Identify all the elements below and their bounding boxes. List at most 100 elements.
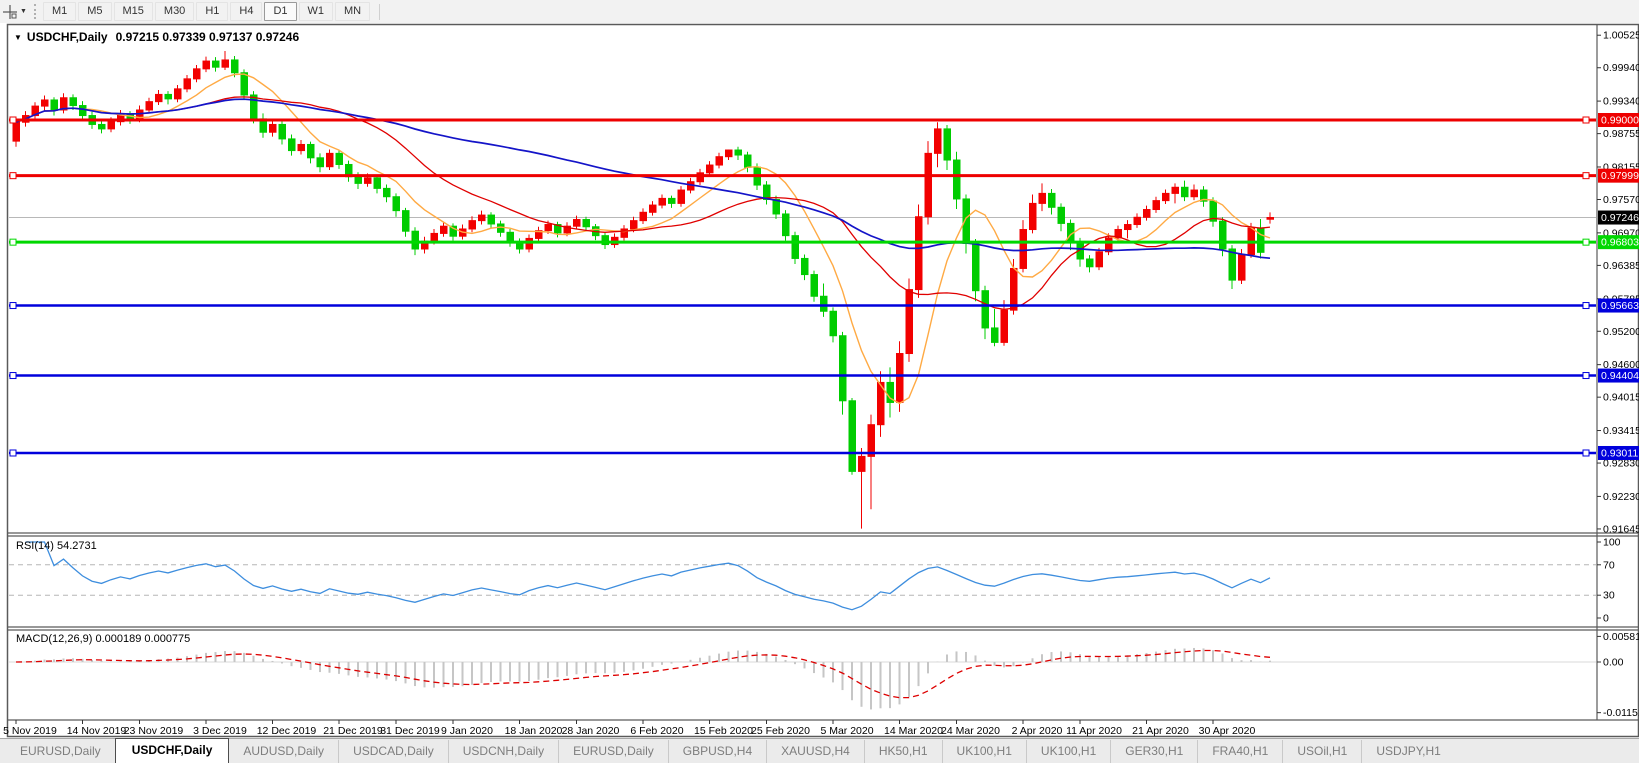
candle[interactable] <box>925 153 932 216</box>
candle[interactable] <box>279 124 286 138</box>
collapse-arrow-icon[interactable]: ▼ <box>14 33 22 42</box>
candle[interactable] <box>840 336 847 401</box>
toolbar-grip[interactable] <box>34 4 36 19</box>
candle[interactable] <box>773 200 780 214</box>
candle[interactable] <box>1144 210 1151 218</box>
candle[interactable] <box>716 157 723 165</box>
hline-handle-left-0.94404[interactable] <box>10 373 16 379</box>
crosshair-tool-icon[interactable] <box>1 3 19 21</box>
candle[interactable] <box>412 231 419 249</box>
timeframe-button-h1[interactable]: H1 <box>196 2 228 21</box>
candle[interactable] <box>488 215 495 224</box>
toolbar-dropdown-arrow-icon[interactable]: ▼ <box>20 8 27 15</box>
candle[interactable] <box>156 94 163 101</box>
hline-handle-right-0.96803[interactable] <box>1583 239 1589 245</box>
chart-tab-9-uk100[interactable]: UK100,H1 <box>942 740 1026 763</box>
chart-tab-13-usoil[interactable]: USOil,H1 <box>1282 740 1361 763</box>
hline-handle-left-0.97999[interactable] <box>10 173 16 179</box>
candle[interactable] <box>70 98 77 106</box>
candle[interactable] <box>1134 217 1141 224</box>
candle[interactable] <box>1153 201 1160 210</box>
chart-tab-4-usdcnh[interactable]: USDCNH,Daily <box>448 740 558 763</box>
candle[interactable] <box>203 61 210 69</box>
candle[interactable] <box>403 211 410 232</box>
candle[interactable] <box>545 225 552 231</box>
candle[interactable] <box>944 129 951 160</box>
chart-tab-7-xauusd[interactable]: XAUUSD,H4 <box>766 740 864 763</box>
candle[interactable] <box>165 94 172 98</box>
candle[interactable] <box>393 197 400 211</box>
candle[interactable] <box>621 229 628 237</box>
candle[interactable] <box>355 177 362 184</box>
candle[interactable] <box>1049 193 1056 207</box>
candle[interactable] <box>365 178 372 184</box>
candle[interactable] <box>973 243 980 290</box>
candle[interactable] <box>1239 255 1246 281</box>
candle[interactable] <box>631 221 638 229</box>
candle[interactable] <box>935 129 942 153</box>
candle[interactable] <box>916 217 923 290</box>
candle[interactable] <box>431 233 438 241</box>
candle[interactable] <box>184 79 191 89</box>
candle[interactable] <box>1030 203 1037 229</box>
candle[interactable] <box>1182 187 1189 196</box>
candle[interactable] <box>897 354 904 403</box>
timeframe-button-mn[interactable]: MN <box>335 2 370 21</box>
chart-tab-0-eurusd[interactable]: EURUSD,Daily <box>6 740 115 763</box>
candle[interactable] <box>327 153 334 166</box>
timeframe-button-m30[interactable]: M30 <box>155 2 194 21</box>
candle[interactable] <box>289 139 296 151</box>
candle[interactable] <box>441 226 448 233</box>
chart-tab-1-usdchf[interactable]: USDCHF,Daily <box>115 738 230 763</box>
candle[interactable] <box>669 198 676 203</box>
hline-handle-left-0.93011[interactable] <box>10 450 16 456</box>
hline-handle-right-0.97999[interactable] <box>1583 173 1589 179</box>
timeframe-button-m15[interactable]: M15 <box>114 2 153 21</box>
timeframe-button-h4[interactable]: H4 <box>230 2 262 21</box>
candle[interactable] <box>1163 193 1170 200</box>
candle[interactable] <box>336 153 343 164</box>
hline-handle-right-0.99000[interactable] <box>1583 117 1589 123</box>
candle[interactable] <box>42 100 49 106</box>
candle[interactable] <box>1001 310 1008 342</box>
hline-handle-left-0.96803[interactable] <box>10 239 16 245</box>
candle[interactable] <box>469 221 476 229</box>
candle[interactable] <box>1191 190 1198 197</box>
candle[interactable] <box>707 165 714 173</box>
candle[interactable] <box>232 60 239 73</box>
candle[interactable] <box>640 212 647 220</box>
candle[interactable] <box>175 89 182 99</box>
candle[interactable] <box>906 290 913 354</box>
candle[interactable] <box>726 150 733 157</box>
candle[interactable] <box>1267 218 1274 220</box>
hline-handle-right-0.93011[interactable] <box>1583 450 1589 456</box>
candle[interactable] <box>270 124 277 132</box>
candle[interactable] <box>99 124 106 128</box>
candle[interactable] <box>659 198 666 205</box>
candle[interactable] <box>811 275 818 297</box>
candle[interactable] <box>13 122 20 141</box>
candle[interactable] <box>479 215 486 221</box>
chart-tab-8-hk50[interactable]: HK50,H1 <box>864 740 942 763</box>
candle[interactable] <box>954 160 961 199</box>
chart-tab-3-usdcad[interactable]: USDCAD,Daily <box>338 740 448 763</box>
hline-handle-left-0.99000[interactable] <box>10 117 16 123</box>
candle[interactable] <box>222 60 229 67</box>
candle[interactable] <box>650 205 657 212</box>
candle[interactable] <box>1172 187 1179 193</box>
candle[interactable] <box>859 456 866 471</box>
chart-tab-12-fra40[interactable]: FRA40,H1 <box>1197 740 1282 763</box>
candle[interactable] <box>384 188 391 196</box>
candle[interactable] <box>1020 230 1027 269</box>
chart-tab-5-eurusd[interactable]: EURUSD,Daily <box>558 740 668 763</box>
chart-tab-11-ger30[interactable]: GER30,H1 <box>1110 740 1197 763</box>
candle[interactable] <box>783 214 790 236</box>
candle[interactable] <box>1011 268 1018 310</box>
candle[interactable] <box>241 73 248 95</box>
candle[interactable] <box>792 236 799 259</box>
candle[interactable] <box>849 401 856 472</box>
candle[interactable] <box>1125 225 1132 230</box>
candle[interactable] <box>1087 259 1094 267</box>
candle[interactable] <box>146 102 153 110</box>
candle[interactable] <box>108 122 115 129</box>
